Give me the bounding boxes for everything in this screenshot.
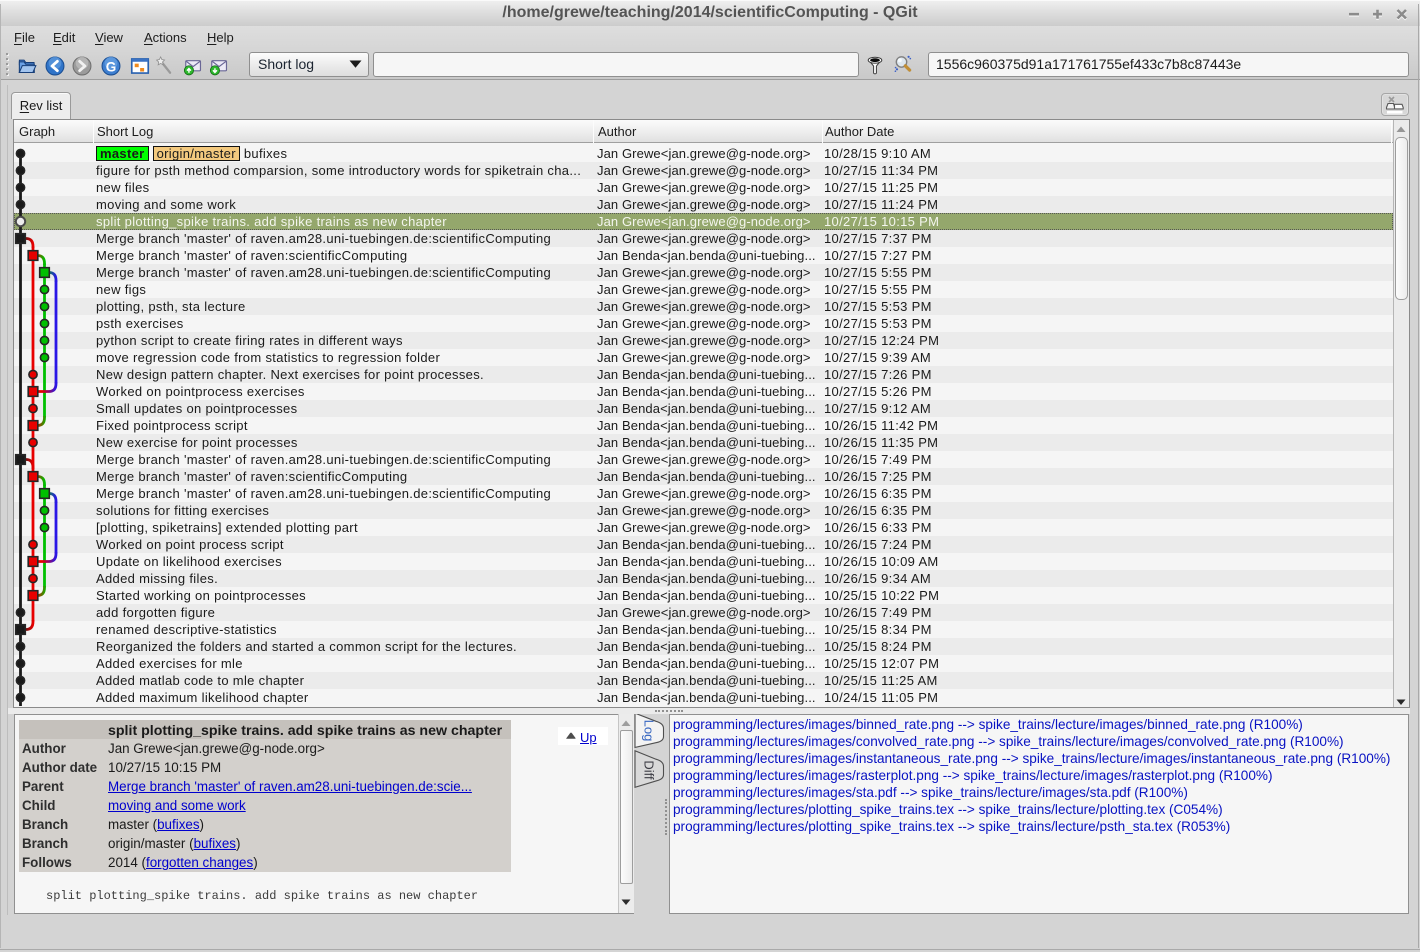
svg-text:Diff: Diff <box>642 760 657 780</box>
svg-text:Log: Log <box>642 720 657 742</box>
svg-text:G: G <box>106 59 117 74</box>
